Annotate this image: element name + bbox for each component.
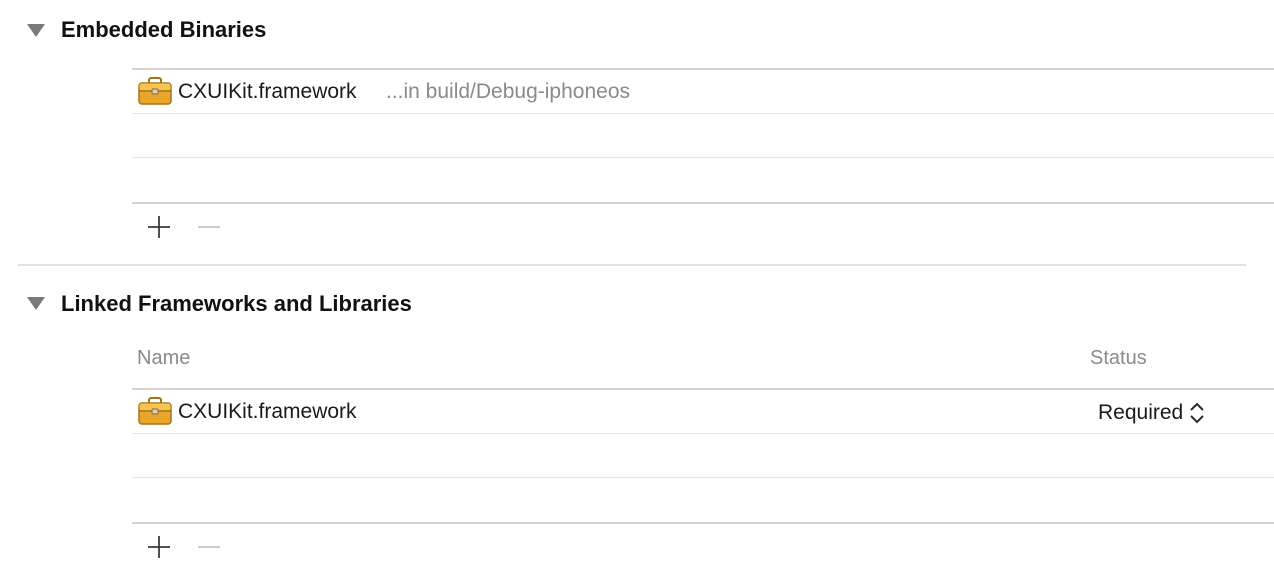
plus-icon	[148, 536, 170, 558]
linked-list-item[interactable]: CXUIKit.framework Required	[132, 390, 1274, 432]
status-popup-button[interactable]: Required	[1098, 400, 1205, 426]
section-separator	[18, 264, 1246, 266]
embedded-item-location: ...in build/Debug-iphoneos	[386, 80, 631, 103]
linked-add-button[interactable]	[146, 534, 172, 560]
embedded-table-bottom-border	[132, 202, 1274, 204]
embedded-add-button[interactable]	[146, 214, 172, 240]
embedded-list-item[interactable]: CXUIKit.framework ...in build/Debug-ipho…	[132, 70, 1274, 112]
minus-icon	[198, 226, 220, 228]
linked-row-divider	[132, 433, 1274, 434]
up-down-chevron-icon	[1190, 402, 1204, 424]
embedded-row-divider	[132, 157, 1274, 158]
embedded-remove-button[interactable]	[196, 214, 222, 240]
linked-remove-button[interactable]	[196, 534, 222, 560]
toolbox-icon	[138, 397, 172, 425]
status-column-header[interactable]: Status	[1090, 347, 1147, 370]
linked-item-name: CXUIKit.framework	[178, 400, 357, 423]
embedded-binaries-title: Embedded Binaries	[61, 17, 267, 42]
linked-frameworks-title: Linked Frameworks and Libraries	[61, 291, 412, 316]
plus-icon	[148, 216, 170, 238]
linked-row-divider	[132, 477, 1274, 478]
embedded-disclosure-triangle-icon[interactable]	[27, 24, 45, 37]
linked-disclosure-triangle-icon[interactable]	[27, 297, 45, 310]
toolbox-icon	[138, 77, 172, 105]
name-column-header[interactable]: Name	[137, 347, 190, 370]
status-value: Required	[1098, 401, 1184, 424]
linked-table-bottom-border	[132, 522, 1274, 524]
embedded-item-name: CXUIKit.framework	[178, 80, 357, 103]
minus-icon	[198, 546, 220, 548]
embedded-row-divider	[132, 113, 1274, 114]
